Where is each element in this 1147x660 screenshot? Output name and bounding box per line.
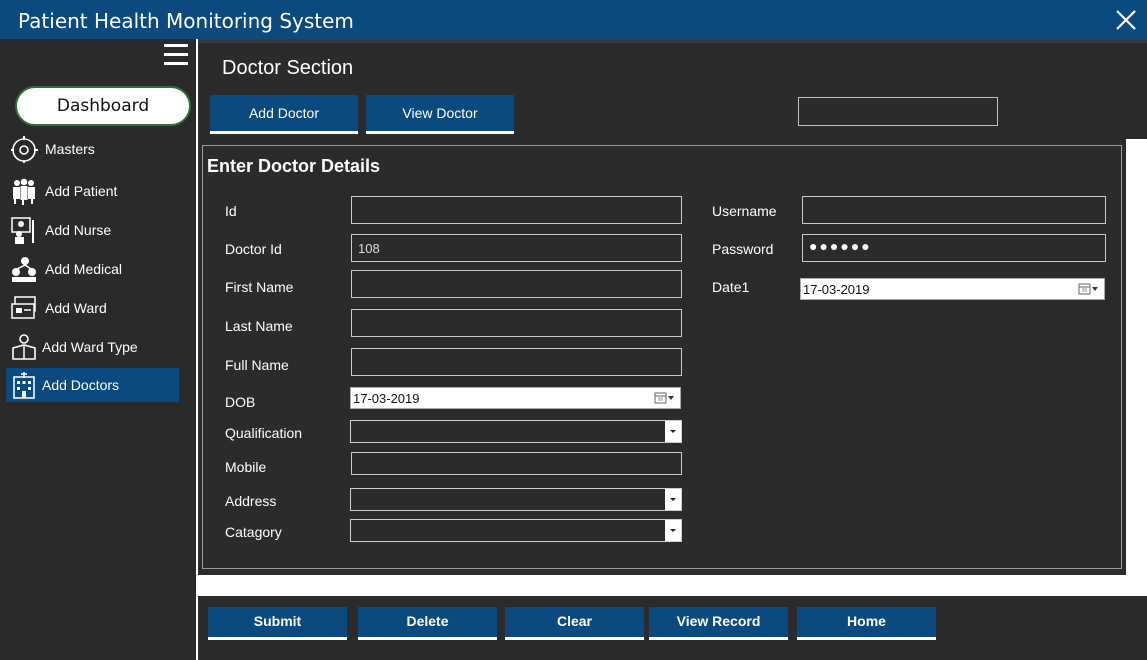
sidebar-item-label: Add Ward: [45, 300, 107, 316]
add-doctor-tab[interactable]: Add Doctor: [210, 95, 358, 134]
catagory-select[interactable]: [350, 519, 682, 542]
medical-icon: [12, 257, 36, 282]
doctor-id-label: Doctor Id: [225, 241, 282, 257]
date1-label: Date1: [712, 279, 750, 295]
doctor-id-field[interactable]: 108: [351, 234, 682, 262]
address-label: Address: [225, 493, 277, 509]
sidebar: Dashboard Masters Add Patient Add Nurse: [0, 39, 196, 660]
full-name-label: Full Name: [225, 357, 289, 373]
sidebar-item-add-nurse[interactable]: Add Nurse: [6, 213, 179, 247]
panel-title: Enter Doctor Details: [207, 156, 381, 176]
id-label: Id: [225, 203, 237, 219]
hamburger-menu-icon[interactable]: [164, 44, 188, 66]
sidebar-item-label: Add Ward Type: [42, 339, 138, 355]
calendar-dropdown-icon[interactable]: [654, 391, 676, 405]
mobile-field[interactable]: [351, 452, 682, 475]
hospital-icon: [13, 372, 35, 399]
view-record-button[interactable]: View Record: [649, 607, 788, 640]
address-select[interactable]: [350, 488, 682, 511]
username-label: Username: [712, 203, 777, 219]
first-name-field[interactable]: [351, 270, 682, 298]
close-icon[interactable]: [1112, 6, 1140, 34]
delete-button[interactable]: Delete: [358, 607, 497, 640]
window-title: Patient Health Monitoring System: [18, 9, 354, 33]
submit-button[interactable]: Submit: [208, 607, 347, 640]
doctor-details-panel: Enter Doctor Details Id Doctor Id 108 Fi…: [202, 145, 1122, 569]
chevron-down-icon[interactable]: [665, 520, 681, 541]
id-field[interactable]: [351, 196, 682, 224]
home-button[interactable]: Home: [797, 607, 936, 640]
sidebar-item-label: Add Nurse: [45, 222, 112, 238]
password-label: Password: [712, 241, 774, 257]
sidebar-item-label: Add Patient: [45, 183, 118, 199]
username-field[interactable]: [802, 196, 1106, 224]
sidebar-item-add-patient[interactable]: Add Patient: [6, 174, 179, 208]
sidebar-item-label: Add Doctors: [42, 377, 120, 393]
action-bar: Submit Delete Clear View Record Home: [198, 596, 1147, 660]
sidebar-item-label: Masters: [45, 141, 95, 157]
qualification-label: Qualification: [225, 425, 303, 441]
sidebar-item-add-ward-type[interactable]: Add Ward Type: [6, 330, 179, 364]
gear-icon: [11, 136, 38, 163]
title-bar: Patient Health Monitoring System: [0, 0, 1147, 39]
section-header: Doctor Section Add Doctor View Doctor: [198, 43, 1147, 139]
search-input[interactable]: [798, 97, 998, 126]
dob-value: 17-03-2019: [353, 391, 420, 406]
sidebar-item-masters[interactable]: Masters: [6, 132, 179, 166]
page-title: Doctor Section: [222, 57, 354, 79]
form-container: Enter Doctor Details Id Doctor Id 108 Fi…: [198, 139, 1126, 575]
mobile-label: Mobile: [225, 459, 267, 475]
date1-value: 17-03-2019: [803, 282, 870, 297]
date1-date-picker[interactable]: 17-03-2019: [800, 278, 1105, 300]
sidebar-item-label: Add Medical: [45, 261, 123, 277]
chevron-down-icon[interactable]: [665, 489, 681, 510]
ward-icon: [11, 296, 36, 319]
ward-type-icon: [12, 334, 36, 360]
password-field[interactable]: ●●●●●●: [802, 234, 1106, 262]
qualification-select[interactable]: [350, 420, 682, 443]
last-name-label: Last Name: [225, 318, 293, 334]
full-name-field[interactable]: [351, 348, 682, 376]
sidebar-item-add-doctors[interactable]: Add Doctors: [6, 368, 179, 402]
first-name-label: First Name: [225, 279, 294, 295]
patients-icon: [13, 178, 35, 205]
sidebar-item-add-medical[interactable]: Add Medical: [6, 252, 179, 286]
nurse-icon: [11, 217, 34, 244]
view-doctor-tab[interactable]: View Doctor: [366, 95, 514, 134]
dob-date-picker[interactable]: 17-03-2019: [350, 387, 681, 409]
clear-button[interactable]: Clear: [505, 607, 644, 640]
chevron-down-icon[interactable]: [665, 421, 681, 442]
last-name-field[interactable]: [351, 309, 682, 337]
catagory-label: Catagory: [225, 524, 282, 540]
sidebar-item-add-ward[interactable]: Add Ward: [6, 291, 179, 325]
dob-label: DOB: [225, 394, 256, 410]
dashboard-button[interactable]: Dashboard: [15, 86, 191, 126]
calendar-dropdown-icon[interactable]: [1078, 282, 1100, 296]
main-content: Doctor Section Add Doctor View Doctor En…: [198, 39, 1147, 660]
